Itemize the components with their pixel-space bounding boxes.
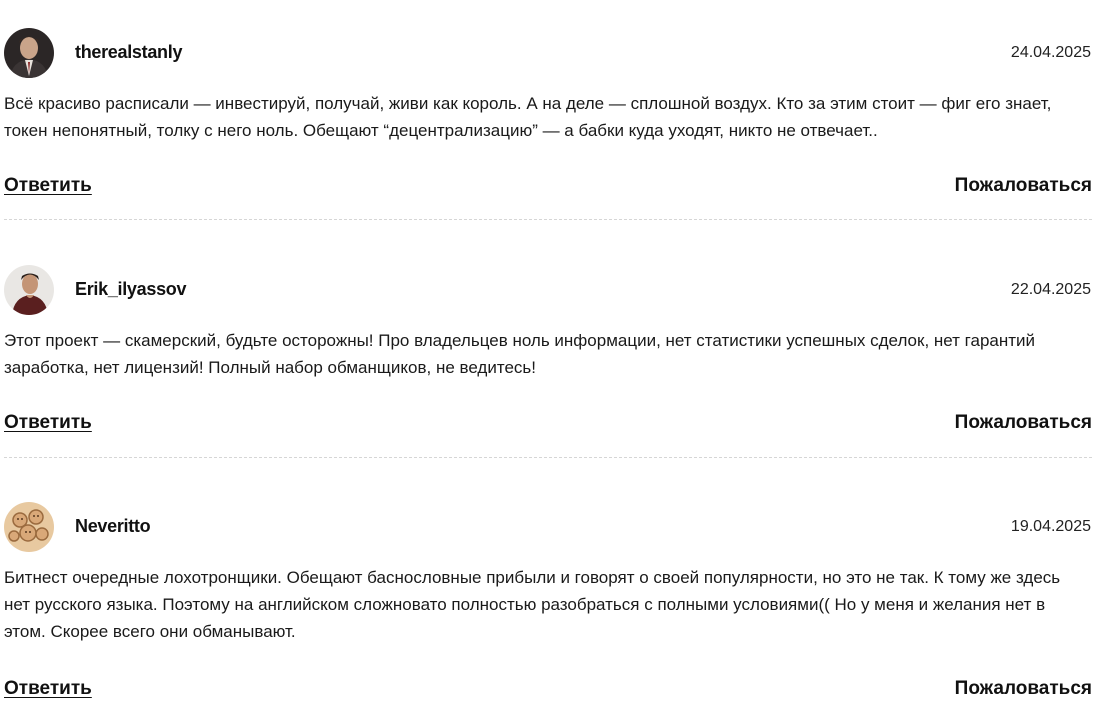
reply-link[interactable]: Ответить: [4, 412, 92, 434]
comment-actions: Ответить Пожаловаться: [4, 175, 1092, 203]
reply-link[interactable]: Ответить: [4, 175, 92, 197]
divider: [4, 457, 1092, 458]
avatar[interactable]: [4, 28, 54, 78]
avatar[interactable]: [4, 265, 54, 315]
report-link[interactable]: Пожаловаться: [955, 678, 1092, 700]
author-name: Erik_ilyassov: [75, 279, 187, 299]
comment-header: therealstanly 24.04.2025: [4, 28, 1092, 80]
comment: Erik_ilyassov 22.04.2025 Этот проект — с…: [4, 265, 1092, 433]
comment: therealstanly 24.04.2025 Всё красиво рас…: [4, 28, 1092, 196]
comment-actions: Ответить Пожаловаться: [4, 412, 1092, 440]
comment: Neveritto 19.04.2025 Битнест очередные л…: [4, 502, 1092, 699]
author-name: therealstanly: [75, 42, 183, 62]
reply-link[interactable]: Ответить: [4, 678, 92, 700]
comment-header: Erik_ilyassov 22.04.2025: [4, 265, 1092, 317]
comment-date: 24.04.2025: [1010, 44, 1091, 61]
report-link[interactable]: Пожаловаться: [955, 175, 1092, 197]
comment-text: Этот проект — скамерский, будьте осторож…: [4, 331, 1036, 377]
avatar[interactable]: [4, 502, 54, 552]
author-name: Neveritto: [75, 516, 151, 536]
report-link[interactable]: Пожаловаться: [955, 412, 1092, 434]
divider: [4, 219, 1092, 220]
comment-text: Битнест очередные лохотронщики. Обещают …: [4, 568, 1061, 641]
comment-text: Всё красиво расписали — инвестируй, полу…: [4, 94, 1052, 140]
comment-header: Neveritto 19.04.2025: [4, 502, 1092, 554]
comment-date: 19.04.2025: [1010, 518, 1091, 535]
comment-date: 22.04.2025: [1010, 281, 1091, 298]
comment-actions: Ответить Пожаловаться: [4, 678, 1092, 706]
